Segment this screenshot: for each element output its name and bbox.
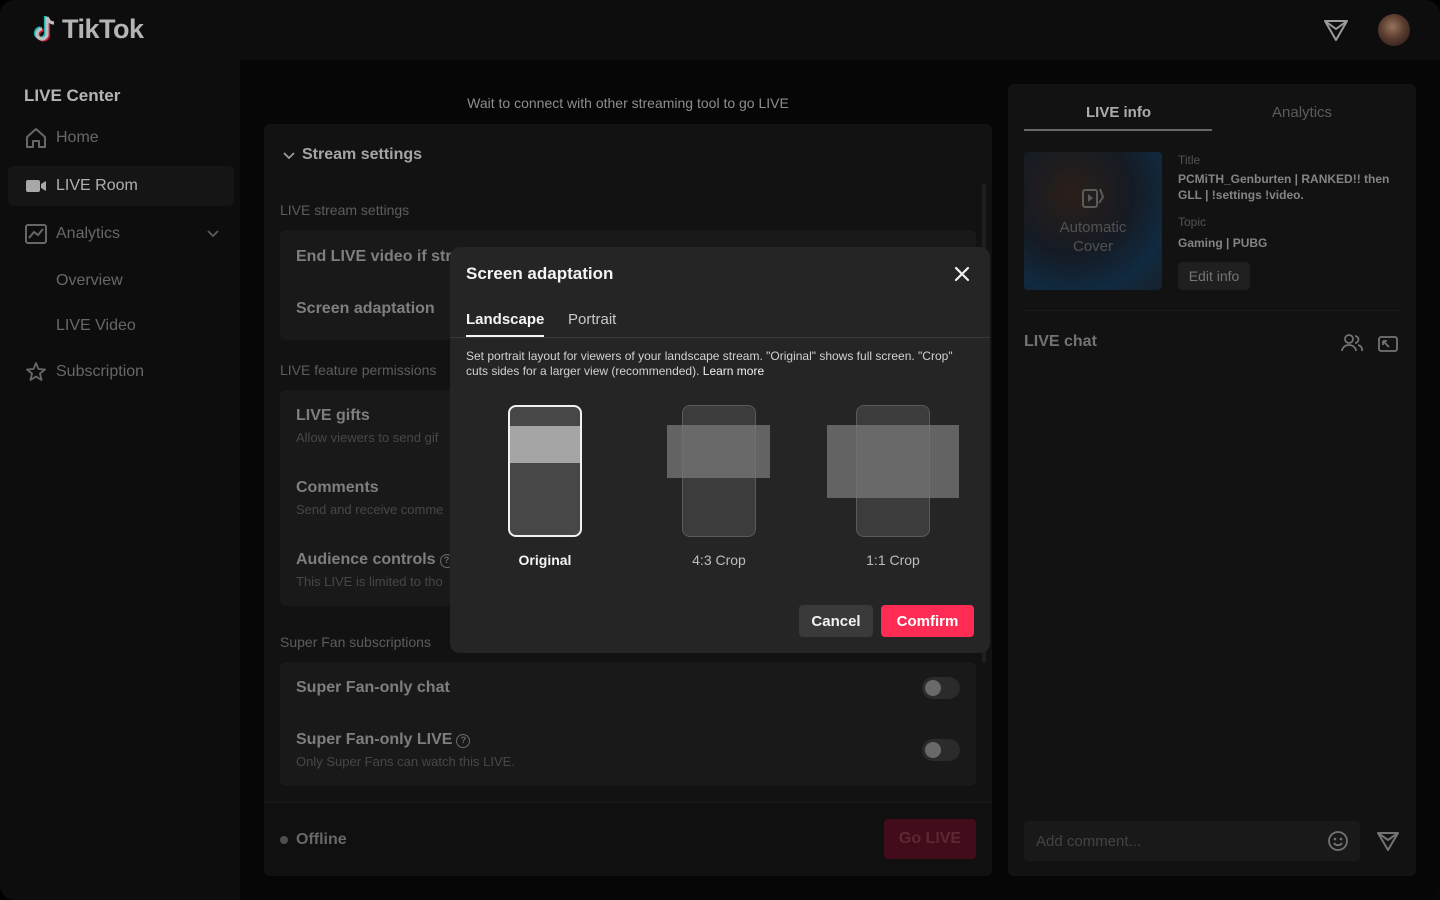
modal-description: Set portrait layout for viewers of your … — [466, 349, 974, 379]
divider — [450, 337, 990, 338]
close-icon[interactable] — [952, 264, 972, 284]
modal-title: Screen adaptation — [466, 264, 614, 283]
landscape-band — [510, 426, 580, 463]
crop-region — [827, 425, 959, 498]
tab-portrait[interactable]: Portrait — [568, 311, 616, 328]
option-label: Original — [518, 552, 572, 568]
tab-landscape[interactable]: Landscape — [466, 311, 544, 328]
learn-more-link[interactable]: Learn more — [703, 364, 764, 378]
screen-adaptation-modal: Screen adaptation Landscape Portrait Set… — [450, 247, 990, 653]
option-label: 4:3 Crop — [692, 552, 746, 568]
option-label: 1:1 Crop — [866, 552, 920, 568]
phone-preview-original — [508, 405, 582, 537]
crop-region — [667, 425, 770, 478]
confirm-button[interactable]: Comfirm — [881, 605, 974, 637]
cancel-button[interactable]: Cancel — [799, 605, 873, 637]
